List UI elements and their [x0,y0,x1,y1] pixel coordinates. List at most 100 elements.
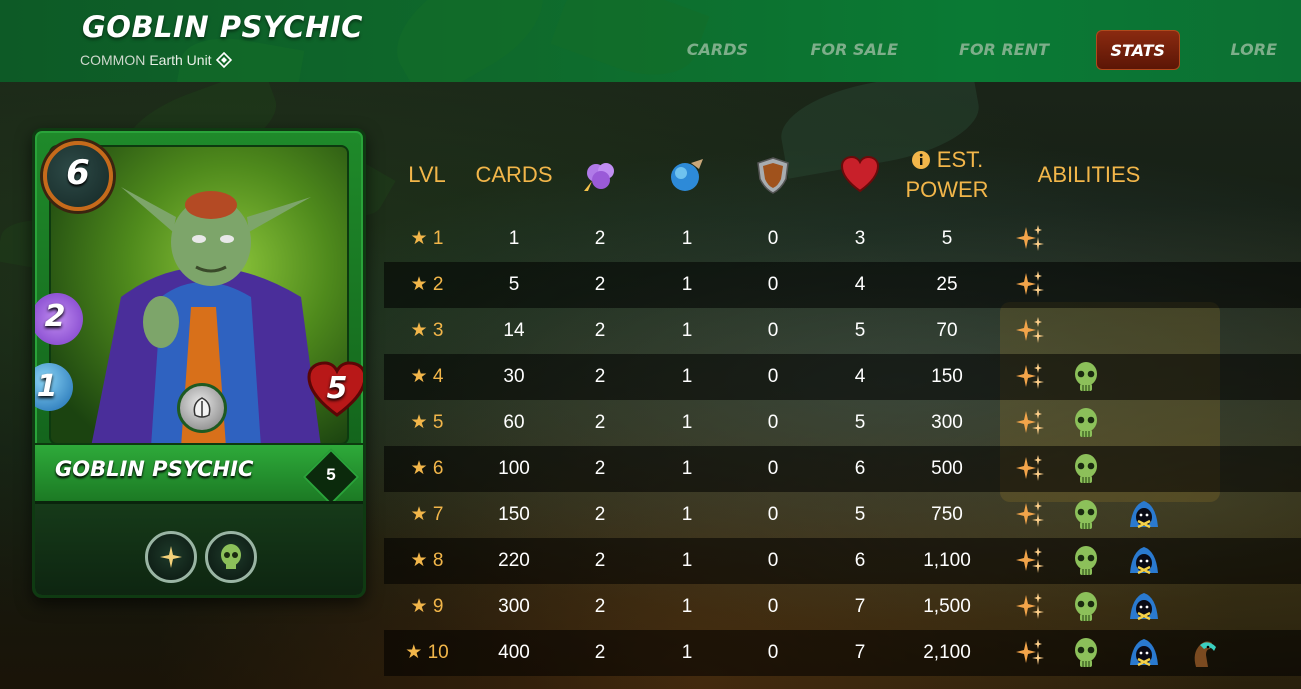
cell-magic: 2 [594,412,606,433]
ability-sparkle-icon[interactable] [1014,223,1046,255]
ability-horse-icon[interactable] [1186,637,1218,669]
cell-lvl: ★ 1 [410,228,444,249]
ability-sparkle-icon[interactable] [145,531,197,583]
ability-skull-icon[interactable] [1070,499,1102,531]
ability-skull-icon[interactable] [1070,637,1102,669]
cell-health: 4 [854,274,866,295]
cell-cards: 220 [498,550,530,571]
cell-lvl: ★ 5 [410,412,444,433]
nav-for-rent[interactable]: FOR RENT [959,30,1049,70]
cell-health: 3 [854,228,866,249]
header-est-power: EST. POWER [897,140,997,210]
ability-skull-icon[interactable] [205,531,257,583]
nav-lore[interactable]: LORE [1231,30,1277,70]
cell-cards: 5 [508,274,520,295]
ability-skull-icon[interactable] [1070,591,1102,623]
header-abilities: ABILITIES [1037,162,1141,188]
header-cards: CARDS [475,162,553,188]
page-header: GOBLIN PSYCHIC COMMON Earth Unit CARDS F… [0,0,1301,82]
cell-speed: 1 [681,458,693,479]
header-est-line1: EST. [936,147,984,173]
ability-sparkle-icon[interactable] [1014,591,1046,623]
rarity-diamond-icon [215,52,232,68]
cell-cards: 1 [508,228,520,249]
cell-magic: 2 [594,228,606,249]
ability-skull-icon[interactable] [1070,453,1102,485]
earth-element-icon [177,383,227,433]
ability-skull-icon[interactable] [1070,545,1102,577]
ability-hood-icon[interactable] [1128,499,1160,531]
cell-power: 2,100 [923,642,971,663]
cell-speed: 1 [681,366,693,387]
cell-health: 5 [854,320,866,341]
cell-armor: 0 [767,642,779,663]
cell-power: 70 [936,320,958,341]
cell-speed: 1 [681,550,693,571]
ability-sparkle-icon[interactable] [1014,453,1046,485]
cell-cards: 400 [498,642,530,663]
table-row: ★ 7 150 2 1 0 5 750 [384,492,1301,538]
ability-hood-icon[interactable] [1128,591,1160,623]
cell-power: 150 [931,366,963,387]
table-row: ★ 9 300 2 1 0 7 1,500 [384,584,1301,630]
cell-speed: 1 [681,274,693,295]
nav-for-sale[interactable]: FOR SALE [811,30,898,70]
monster-card[interactable]: GOBLIN PSYCHIC 5 6 2 1 5 [32,128,366,598]
cell-power: 5 [941,228,953,249]
cell-cards: 150 [498,504,530,525]
cell-magic: 2 [594,550,606,571]
ability-skull-icon[interactable] [1070,407,1102,439]
cell-lvl: ★ 7 [410,504,444,525]
ability-hood-icon[interactable] [1128,545,1160,577]
header-armor-icon [747,140,799,210]
info-icon[interactable] [911,150,931,170]
card-ability-area [35,501,363,595]
card-speed: 1 [36,369,58,404]
ability-sparkle-icon[interactable] [1014,499,1046,531]
card-magic: 2 [44,299,66,334]
cell-magic: 2 [594,366,606,387]
mana-cost: 6 [66,153,90,193]
cell-armor: 0 [767,320,779,341]
cell-lvl: ★ 10 [405,642,449,663]
cell-health: 7 [854,596,866,617]
cell-armor: 0 [767,366,779,387]
cell-lvl: ★ 6 [410,458,444,479]
cell-armor: 0 [767,504,779,525]
table-row: ★ 5 60 2 1 0 5 300 [384,400,1301,446]
cell-armor: 0 [767,228,779,249]
cell-lvl: ★ 8 [410,550,444,571]
table-row: ★ 6 100 2 1 0 6 500 [384,446,1301,492]
cell-lvl: ★ 2 [410,274,444,295]
ability-sparkle-icon[interactable] [1014,545,1046,577]
stats-table-header: LVL CARDS EST. POWER ABILITIES [384,140,1301,220]
ability-sparkle-icon[interactable] [1014,637,1046,669]
ability-skull-icon[interactable] [1070,361,1102,393]
ability-hood-icon[interactable] [1128,637,1160,669]
cell-health: 5 [854,504,866,525]
page-title: GOBLIN PSYCHIC [82,10,363,44]
cell-power: 25 [936,274,958,295]
cell-cards: 60 [503,412,525,433]
ability-sparkle-icon[interactable] [1014,269,1046,301]
nav-cards[interactable]: CARDS [687,30,748,70]
cell-power: 500 [931,458,963,479]
ability-sparkle-icon[interactable] [1014,315,1046,347]
cell-speed: 1 [681,320,693,341]
nav-stats[interactable]: STATS [1095,30,1180,70]
table-row: ★ 3 14 2 1 0 5 70 [384,308,1301,354]
cell-cards: 300 [498,596,530,617]
ability-sparkle-icon[interactable] [1014,407,1046,439]
cell-health: 6 [854,458,866,479]
cell-magic: 2 [594,596,606,617]
cell-power: 1,500 [923,596,971,617]
card-level: 5 [326,465,336,484]
cell-speed: 1 [681,412,693,433]
table-row: ★ 1 1 2 1 0 3 5 [384,216,1301,262]
cell-health: 5 [854,412,866,433]
cell-magic: 2 [594,274,606,295]
cell-cards: 14 [503,320,525,341]
header-health-icon [834,140,886,210]
ability-sparkle-icon[interactable] [1014,361,1046,393]
table-row: ★ 8 220 2 1 0 6 1,100 [384,538,1301,584]
